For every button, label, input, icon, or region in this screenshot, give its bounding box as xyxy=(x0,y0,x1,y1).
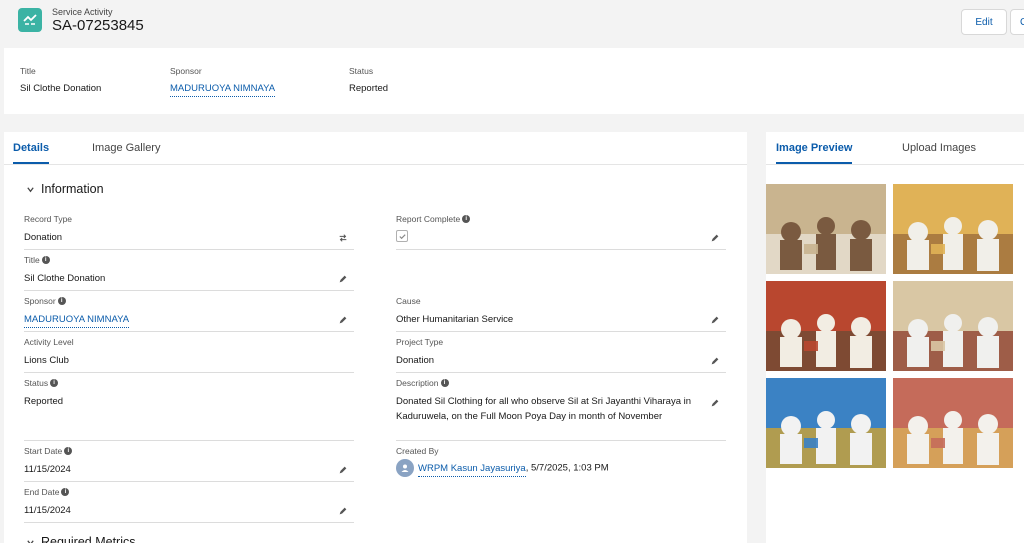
info-icon[interactable]: i xyxy=(462,215,471,223)
report-complete-label: Report Complete i xyxy=(396,214,726,224)
created-by-value: WRPM Kasun Jayasuriya, 5/7/2025, 1:03 PM xyxy=(396,459,726,477)
gallery-photo-4[interactable] xyxy=(893,281,1013,371)
checkmark-icon xyxy=(398,233,406,239)
field-sponsor: Sponsor i MADURUOYA NIMNAYA xyxy=(24,296,354,332)
title-label: Title i xyxy=(24,255,354,265)
sponsor-link[interactable]: MADURUOYA NIMNAYA xyxy=(24,312,130,328)
created-by-timestamp: , 5/7/2025, 1:03 PM xyxy=(525,462,609,474)
user-avatar-icon xyxy=(396,459,414,477)
edit-pencil-icon[interactable] xyxy=(338,274,348,284)
record-type-value: Donation xyxy=(24,232,63,243)
end-date-value: 11/15/2024 xyxy=(24,505,71,516)
edit-pencil-icon[interactable] xyxy=(710,398,720,408)
image-tabs: Image Preview Upload Images xyxy=(766,132,1024,165)
field-report-complete: Report Complete i xyxy=(396,214,726,250)
info-icon[interactable]: i xyxy=(41,256,50,264)
tab-details[interactable]: Details xyxy=(13,142,50,164)
status-value: Reported xyxy=(24,396,64,407)
record-name: SA-07253845 xyxy=(52,17,144,34)
chevron-down-icon xyxy=(27,539,34,543)
description-value: Donated Sil Clothing for all who observe… xyxy=(396,396,692,422)
field-project-type: Project Type Donation xyxy=(396,337,726,373)
project-type-label: Project Type xyxy=(396,337,444,347)
edit-pencil-icon[interactable] xyxy=(338,315,348,325)
tab-upload-images[interactable]: Upload Images xyxy=(902,142,976,162)
field-description: Description i Donated Sil Clothing for al… xyxy=(396,378,726,441)
status-label: Status i xyxy=(24,378,354,388)
info-icon[interactable]: i xyxy=(57,297,66,305)
edit-pencil-icon[interactable] xyxy=(710,315,720,325)
start-date-label: Start Date i xyxy=(24,446,354,456)
field-start-date: Start Date i 11/15/2024 xyxy=(24,446,354,482)
activity-level-value: Lions Club xyxy=(24,355,69,366)
highlight-status-value: Reported xyxy=(349,83,389,94)
info-icon[interactable]: i xyxy=(61,488,70,496)
field-created-by: Created By WRPM Kasun Jayasuriya, 5/7/20… xyxy=(396,446,726,482)
highlight-title: Title Sil Clothe Donation xyxy=(20,66,101,94)
highlight-status: Status Reported xyxy=(349,66,388,94)
info-icon[interactable]: i xyxy=(440,379,449,387)
clone-button[interactable]: C xyxy=(1010,9,1024,35)
cause-label: Cause xyxy=(396,296,421,306)
field-activity-level: Activity Level Lions Club xyxy=(24,337,354,373)
gallery-photo-1[interactable] xyxy=(766,184,886,274)
gallery-photo-2[interactable] xyxy=(893,184,1013,274)
highlight-title-value: Sil Clothe Donation xyxy=(20,83,102,94)
highlight-sponsor-link[interactable]: MADURUOYA NIMNAYA xyxy=(170,83,276,97)
information-section-toggle[interactable]: Information xyxy=(26,182,104,196)
gallery-photo-6[interactable] xyxy=(893,378,1013,468)
edit-pencil-icon[interactable] xyxy=(338,465,348,475)
field-record-type: Record Type Donation xyxy=(24,214,354,250)
sponsor-label: Sponsor i xyxy=(24,296,354,306)
description-label: Description i xyxy=(396,378,726,388)
tab-image-gallery[interactable]: Image Gallery xyxy=(92,142,160,162)
field-end-date: End Date i 11/15/2024 xyxy=(24,487,354,523)
field-cause: Cause Other Humanitarian Service xyxy=(396,296,726,332)
edit-pencil-icon[interactable] xyxy=(338,506,348,516)
detail-tabs: Details Image Gallery xyxy=(4,132,747,165)
change-record-type-icon[interactable] xyxy=(338,233,348,243)
details-card: Details Image Gallery Information Record… xyxy=(4,132,747,543)
field-title: Title i Sil Clothe Donation xyxy=(24,255,354,291)
edit-pencil-icon[interactable] xyxy=(710,356,720,366)
object-type-label: Service Activity xyxy=(52,7,113,17)
highlights-panel: Title Sil Clothe Donation Sponsor MADURU… xyxy=(4,48,1024,114)
start-date-value: 11/15/2024 xyxy=(24,464,71,475)
created-by-label: Created By xyxy=(396,446,439,456)
gallery-photo-5[interactable] xyxy=(766,378,886,468)
highlight-status-label: Status xyxy=(349,66,374,76)
required-metrics-section-toggle[interactable]: Required Metrics xyxy=(26,535,135,543)
gallery-photo-3[interactable] xyxy=(766,281,886,371)
record-header: Service Activity SA-07253845 Edit C xyxy=(0,0,1024,44)
info-icon[interactable]: i xyxy=(50,379,59,387)
chevron-down-icon xyxy=(27,186,34,192)
tab-image-preview[interactable]: Image Preview xyxy=(776,142,853,164)
cause-value: Other Humanitarian Service xyxy=(396,314,514,325)
highlight-sponsor-label: Sponsor xyxy=(170,66,202,76)
record-type-label: Record Type xyxy=(24,214,73,224)
information-section-title: Information xyxy=(41,182,104,196)
highlight-title-label: Title xyxy=(20,66,36,76)
activity-level-label: Activity Level xyxy=(24,337,74,347)
report-complete-checkbox[interactable] xyxy=(396,230,408,242)
required-metrics-section-title: Required Metrics xyxy=(41,535,136,543)
image-panel: Image Preview Upload Images xyxy=(766,132,1024,543)
info-icon[interactable]: i xyxy=(64,447,73,455)
edit-pencil-icon[interactable] xyxy=(710,233,720,243)
field-status: Status i Reported xyxy=(24,378,354,441)
highlight-sponsor: Sponsor MADURUOYA NIMNAYA xyxy=(170,66,276,97)
created-by-user-link[interactable]: WRPM Kasun Jayasuriya xyxy=(418,461,526,477)
service-activity-icon xyxy=(18,8,42,32)
edit-button[interactable]: Edit xyxy=(961,9,1007,35)
end-date-label: End Date i xyxy=(24,487,354,497)
project-type-value: Donation xyxy=(396,355,435,366)
title-value: Sil Clothe Donation xyxy=(24,273,106,284)
